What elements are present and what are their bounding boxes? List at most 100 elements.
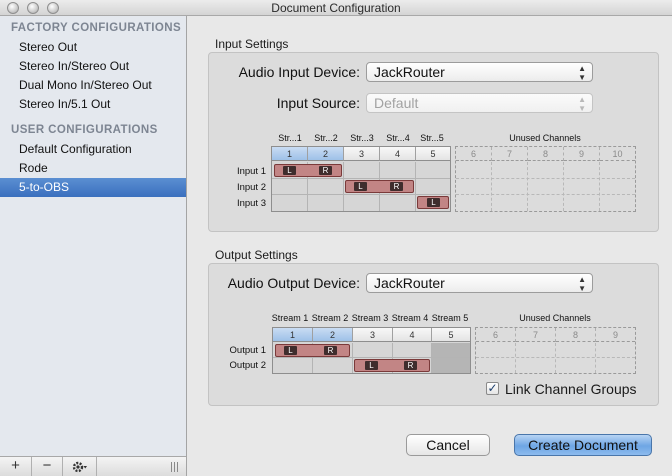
output-unused-channels: 6 7 8 9: [475, 327, 636, 374]
input-stream-header-3: Str...3: [350, 133, 374, 143]
sidebar-resize-grip[interactable]: [171, 462, 180, 472]
left-channel-tag: L: [427, 198, 440, 207]
output-stream-header-5: Stream 5: [431, 313, 469, 323]
user-configurations-header: USER CONFIGURATIONS: [11, 124, 158, 136]
title-bar: Document Configuration: [0, 0, 672, 16]
grid-cell[interactable]: [344, 195, 380, 211]
grid-cell[interactable]: [432, 358, 470, 373]
output-channel-3: 3: [353, 328, 393, 342]
right-channel-tag: R: [390, 182, 403, 191]
input-2-channel-bar[interactable]: L R: [345, 180, 414, 193]
grid-cell[interactable]: [272, 195, 308, 211]
input-channel-2: 2: [308, 147, 344, 161]
sidebar-item-stereo-in-5-1-out[interactable]: Stereo In/5.1 Out: [0, 95, 186, 114]
grid-cell[interactable]: [416, 179, 450, 195]
output-row-label-1: Output 1: [229, 345, 266, 356]
input-channel-3: 3: [344, 147, 380, 161]
unused-grid-line: [456, 162, 635, 179]
audio-output-device-label: Audio Output Device:: [227, 275, 360, 291]
output-settings-label: Output Settings: [215, 248, 298, 262]
add-configuration-button[interactable]: +: [0, 457, 32, 476]
factory-configurations-header: FACTORY CONFIGURATIONS: [11, 22, 182, 34]
output-stream-header-1: Stream 1: [271, 313, 309, 323]
checkmark-icon: ✓: [487, 381, 498, 395]
left-channel-tag: L: [284, 346, 297, 355]
popup-arrows-icon: ▲ ▼: [578, 95, 586, 113]
unused-grid-line: [476, 343, 635, 358]
right-channel-tag: R: [324, 346, 337, 355]
output-1-channel-bar[interactable]: L R: [275, 344, 350, 357]
input-stream-header-5: Str...5: [420, 133, 444, 143]
input-stream-header-1: Str...1: [278, 133, 302, 143]
audio-input-device-popup[interactable]: JackRouter ▲ ▼: [366, 62, 593, 82]
audio-output-device-popup[interactable]: JackRouter ▲ ▼: [366, 273, 593, 293]
output-unused-channels-title: Unused Channels: [519, 313, 591, 323]
grid-cell[interactable]: [380, 195, 416, 211]
popup-arrows-icon: ▲ ▼: [578, 275, 586, 293]
output-stream-header-2: Stream 2: [311, 313, 349, 323]
plus-icon: +: [11, 457, 20, 474]
link-channel-groups-label[interactable]: Link Channel Groups: [505, 381, 637, 397]
unused-channel-6: 6: [456, 147, 492, 161]
grid-cell[interactable]: [380, 162, 416, 179]
sidebar-item-stereo-out[interactable]: Stereo Out: [0, 38, 186, 57]
sidebar-item-default-configuration[interactable]: Default Configuration: [0, 140, 186, 159]
sidebar-toolbar: + −: [0, 456, 186, 476]
grid-cell[interactable]: [353, 343, 393, 358]
minimize-window-button[interactable]: [27, 2, 39, 14]
grid-cell[interactable]: [272, 179, 308, 195]
input-channel-4: 4: [380, 147, 416, 161]
left-channel-tag: L: [365, 361, 378, 370]
input-unused-channels: 6 7 8 9 10: [455, 146, 636, 212]
close-window-button[interactable]: [7, 2, 19, 14]
gear-menu-button[interactable]: [63, 457, 97, 476]
input-source-label: Input Source:: [276, 95, 360, 111]
sidebar-item-5-to-obs[interactable]: 5-to-OBS: [0, 178, 186, 197]
grid-cell[interactable]: [432, 343, 470, 358]
grid-cell[interactable]: [273, 358, 313, 373]
create-document-button[interactable]: Create Document: [514, 434, 652, 456]
zoom-window-button[interactable]: [47, 2, 59, 14]
popup-arrows-icon: ▲ ▼: [578, 64, 586, 82]
sidebar-item-stereo-in-stereo-out[interactable]: Stereo In/Stereo Out: [0, 57, 186, 76]
grid-cell[interactable]: [313, 358, 353, 373]
input-source-popup: Default ▲ ▼: [366, 93, 593, 113]
input-1-channel-bar[interactable]: L R: [274, 164, 342, 177]
input-row-label-1: Input 1: [236, 166, 266, 177]
left-channel-tag: L: [354, 182, 367, 191]
right-channel-tag: R: [319, 166, 332, 175]
remove-configuration-button[interactable]: −: [32, 457, 63, 476]
unused-channel-8: 8: [556, 328, 596, 342]
input-row-label-3: Input 3: [236, 198, 266, 209]
output-stream-header-3: Stream 3: [351, 313, 389, 323]
unused-grid-line: [456, 179, 635, 195]
input-3-channel-bar[interactable]: L: [417, 196, 449, 209]
output-channel-grid[interactable]: 1 2 3 4 5 L R L R: [272, 327, 471, 374]
output-2-channel-bar[interactable]: L R: [354, 359, 430, 372]
link-channel-groups-checkbox[interactable]: ✓: [486, 382, 499, 395]
input-channel-grid[interactable]: 1 2 3 4 5 L R L R L: [271, 146, 451, 212]
input-channel-1: 1: [272, 147, 308, 161]
window-title: Document Configuration: [271, 1, 401, 15]
unused-channel-8: 8: [528, 147, 564, 161]
unused-channel-7: 7: [492, 147, 528, 161]
gear-icon: [72, 461, 87, 473]
unused-channel-10: 10: [600, 147, 635, 161]
grid-cell[interactable]: [308, 195, 344, 211]
audio-input-device-label: Audio Input Device:: [238, 64, 360, 80]
unused-channel-7: 7: [516, 328, 556, 342]
input-stream-header-2: Str...2: [314, 133, 338, 143]
output-channel-5: 5: [432, 328, 470, 342]
grid-cell[interactable]: [344, 162, 380, 179]
input-row-label-2: Input 2: [236, 182, 266, 193]
sidebar-item-dual-mono-in-stereo-out[interactable]: Dual Mono In/Stereo Out: [0, 76, 186, 95]
input-source-value: Default: [374, 95, 419, 111]
grid-cell[interactable]: [416, 162, 450, 179]
left-channel-tag: L: [283, 166, 296, 175]
cancel-button[interactable]: Cancel: [406, 434, 490, 456]
audio-output-device-value: JackRouter: [374, 275, 445, 291]
output-channel-4: 4: [393, 328, 432, 342]
sidebar-item-rode[interactable]: Rode: [0, 159, 186, 178]
grid-cell[interactable]: [308, 179, 344, 195]
grid-cell[interactable]: [393, 343, 432, 358]
